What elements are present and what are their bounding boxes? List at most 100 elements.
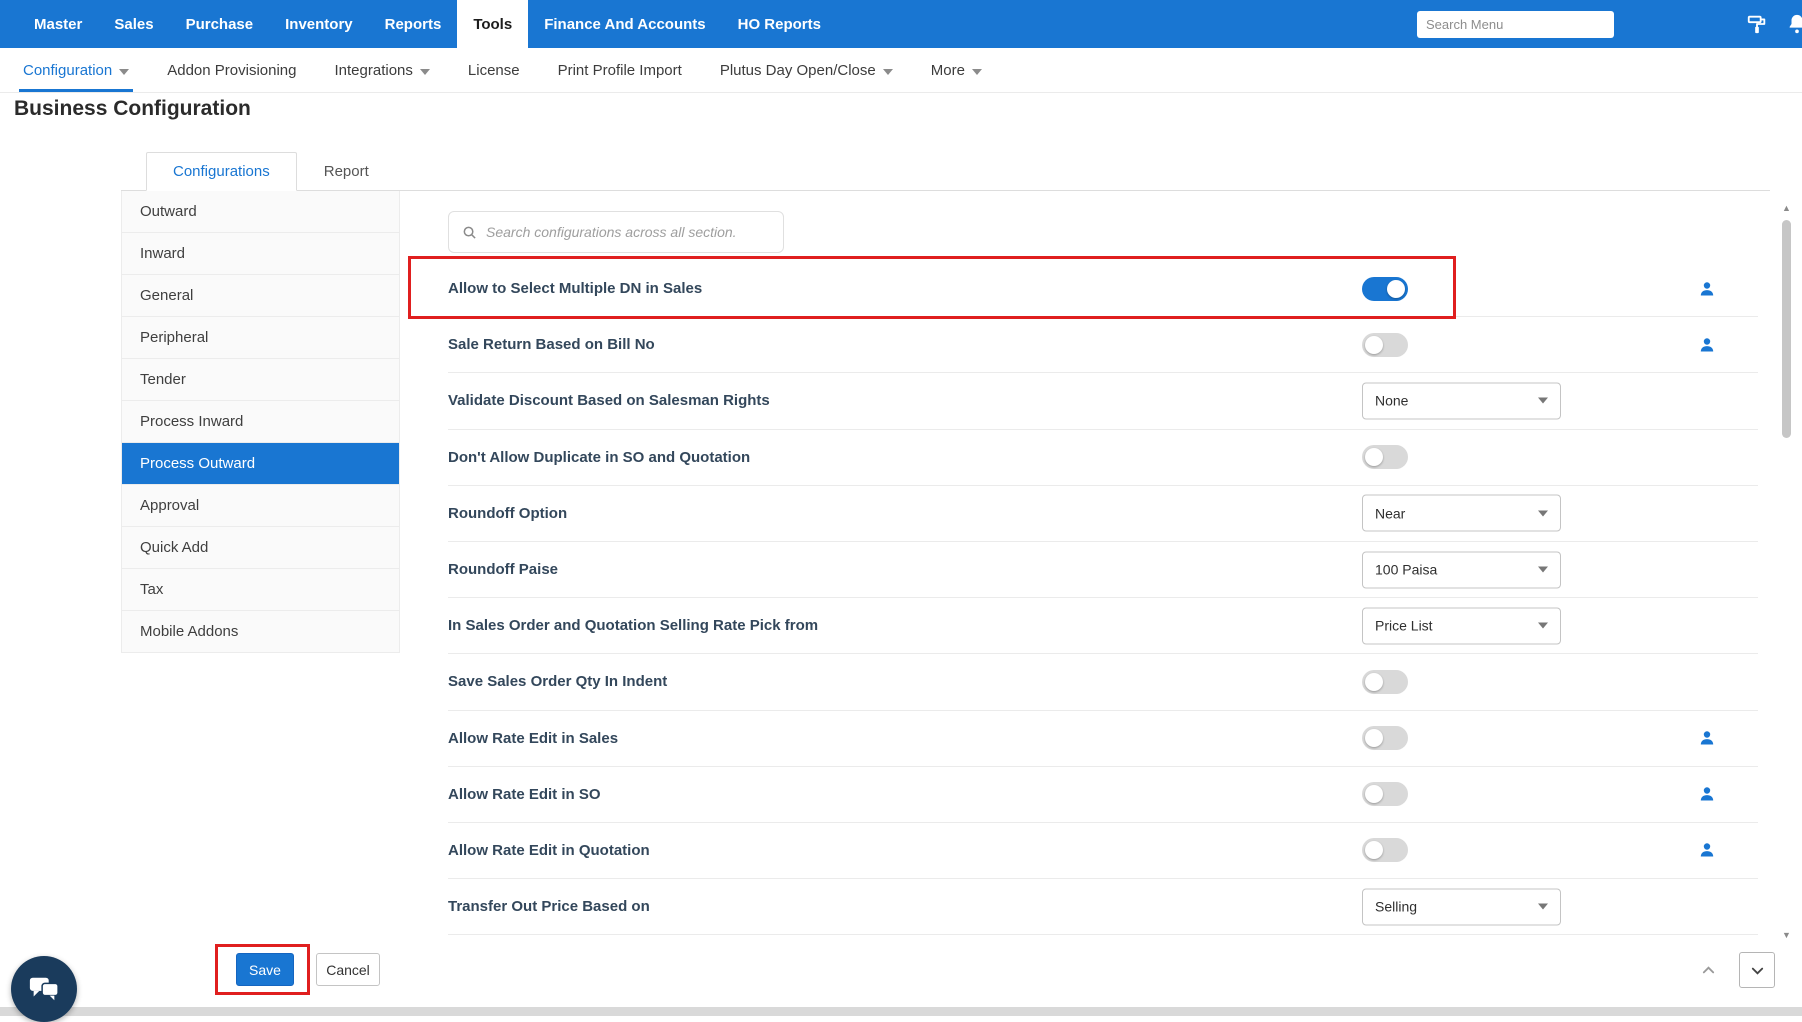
toggle-switch-on[interactable] (1362, 277, 1408, 301)
topnav-item-inventory[interactable]: Inventory (269, 0, 369, 48)
toggle-switch-off[interactable] (1362, 333, 1408, 357)
toggle-switch-off[interactable] (1362, 782, 1408, 806)
topnav-item-sales[interactable]: Sales (98, 0, 169, 48)
sidebar-item-label: Tax (140, 581, 163, 598)
subnav-item-license[interactable]: License (468, 48, 520, 92)
search-icon (462, 225, 477, 240)
sidebar-item-process-inward[interactable]: Process Inward (122, 401, 399, 443)
topnav-item-tools[interactable]: Tools (457, 0, 528, 48)
subnav-item-label: More (931, 62, 965, 79)
sidebar-item-peripheral[interactable]: Peripheral (122, 317, 399, 359)
setting-row-allow-rate-edit-in-quotation: Allow Rate Edit in Quotation (448, 823, 1758, 879)
subnav-item-print-profile-import[interactable]: Print Profile Import (558, 48, 682, 92)
sidebar-item-approval[interactable]: Approval (122, 485, 399, 527)
subnav-item-more[interactable]: More (931, 48, 982, 92)
page-title: Business Configuration (14, 97, 251, 121)
topnav-items: Master Sales Purchase Inventory Reports … (18, 0, 837, 48)
chevron-down-button[interactable] (1739, 952, 1775, 988)
subnav-item-configuration[interactable]: Configuration (23, 48, 129, 92)
setting-label: Sale Return Based on Bill No (448, 336, 655, 353)
user-permission-icon[interactable] (1700, 337, 1714, 352)
dropdown-selected-value: Selling (1375, 899, 1417, 915)
tab-report[interactable]: Report (297, 152, 396, 191)
topnav-item-finance-and-accounts[interactable]: Finance And Accounts (528, 0, 721, 48)
user-permission-icon[interactable] (1700, 843, 1714, 858)
menu-search-input[interactable] (1417, 11, 1614, 38)
sidebar-item-label: Tender (140, 371, 186, 388)
setting-control-slot (1362, 445, 1408, 469)
bell-icon[interactable] (1786, 13, 1802, 40)
scroll-down-arrow[interactable]: ▼ (1779, 927, 1794, 942)
setting-label: Allow Rate Edit in Sales (448, 730, 618, 747)
scrollbar-thumb[interactable] (1782, 220, 1791, 438)
chevron-down-icon (1538, 567, 1548, 573)
chevron-down-icon (119, 62, 129, 79)
topnav-item-label: Sales (114, 16, 153, 33)
sidebar-item-label: Outward (140, 203, 197, 220)
sidebar-item-label: Process Outward (140, 455, 255, 472)
toggle-switch-off[interactable] (1362, 670, 1408, 694)
sidebar-item-tax[interactable]: Tax (122, 569, 399, 611)
toggle-knob (1365, 841, 1383, 859)
chevron-up-button[interactable] (1690, 952, 1726, 988)
sidebar-item-tender[interactable]: Tender (122, 359, 399, 401)
chat-bubbles-icon (28, 974, 60, 1004)
tools-sub-navigation: Configuration Addon Provisioning Integra… (0, 48, 1802, 93)
sidebar-item-general[interactable]: General (122, 275, 399, 317)
sidebar-item-quick-add[interactable]: Quick Add (122, 527, 399, 569)
sidebar-item-mobile-addons[interactable]: Mobile Addons (122, 611, 399, 653)
sidebar-item-outward[interactable]: Outward (122, 191, 399, 233)
topnav-item-master[interactable]: Master (18, 0, 98, 48)
sidebar-item-label: Approval (140, 497, 199, 514)
top-navigation-bar: Master Sales Purchase Inventory Reports … (0, 0, 1802, 48)
toggle-knob (1365, 336, 1383, 354)
save-button[interactable]: Save (236, 953, 294, 986)
chevron-down-icon (1538, 398, 1548, 404)
setting-control-slot (1362, 726, 1408, 750)
topnav-item-ho-reports[interactable]: HO Reports (722, 0, 837, 48)
toggle-knob (1365, 729, 1383, 747)
subnav-item-plutus-day-open-close[interactable]: Plutus Day Open/Close (720, 48, 893, 92)
topnav-item-reports[interactable]: Reports (369, 0, 458, 48)
configuration-search-input[interactable] (486, 224, 770, 240)
scroll-up-arrow[interactable]: ▲ (1779, 200, 1794, 215)
sidebar-item-label: General (140, 287, 193, 304)
subnav-item-label: Integrations (335, 62, 413, 79)
user-permission-icon[interactable] (1700, 281, 1714, 296)
setting-label: Allow to Select Multiple DN in Sales (448, 280, 702, 297)
sidebar-item-inward[interactable]: Inward (122, 233, 399, 275)
topnav-item-label: Inventory (285, 16, 353, 33)
dropdown-validate-discount-based-on-salesman-rights[interactable]: None (1362, 382, 1561, 419)
setting-label: Allow Rate Edit in SO (448, 786, 601, 803)
chat-widget-button[interactable] (11, 956, 77, 1022)
dropdown-in-sales-order-and-quotation-selling-rate-pick-from[interactable]: Price List (1362, 607, 1561, 644)
setting-row-save-sales-order-qty-in-indent: Save Sales Order Qty In Indent (448, 654, 1758, 710)
user-permission-icon[interactable] (1700, 787, 1714, 802)
setting-row-allow-to-select-multiple-dn-in-sales: Allow to Select Multiple DN in Sales (448, 261, 1758, 317)
setting-row-sale-return-based-on-bill-no: Sale Return Based on Bill No (448, 317, 1758, 373)
sidebar-item-process-outward[interactable]: Process Outward (122, 443, 399, 485)
dropdown-roundoff-paise[interactable]: 100 Paisa (1362, 551, 1561, 588)
topnav-item-purchase[interactable]: Purchase (170, 0, 270, 48)
dropdown-transfer-out-price-based-on[interactable]: Selling (1362, 888, 1561, 925)
subnav-item-integrations[interactable]: Integrations (335, 48, 430, 92)
settings-list: Allow to Select Multiple DN in Sales Sal… (448, 261, 1758, 935)
toggle-switch-off[interactable] (1362, 838, 1408, 862)
user-permission-icon[interactable] (1700, 731, 1714, 746)
setting-control-slot: 100 Paisa (1362, 551, 1561, 588)
toggle-switch-off[interactable] (1362, 445, 1408, 469)
setting-label: Allow Rate Edit in Quotation (448, 842, 650, 859)
dropdown-selected-value: Price List (1375, 618, 1433, 634)
chevron-down-icon (1538, 623, 1548, 629)
setting-row-transfer-out-price-based-on: Transfer Out Price Based on Selling (448, 879, 1758, 935)
cancel-button[interactable]: Cancel (316, 953, 380, 986)
paint-roller-icon[interactable] (1746, 13, 1768, 40)
setting-label: Roundoff Option (448, 505, 567, 522)
tab-configurations[interactable]: Configurations (146, 152, 297, 191)
dropdown-roundoff-option[interactable]: Near (1362, 495, 1561, 532)
subnav-item-addon-provisioning[interactable]: Addon Provisioning (167, 48, 296, 92)
subnav-item-label: Print Profile Import (558, 62, 682, 79)
subnav-item-label: Configuration (23, 62, 112, 79)
setting-control-slot (1362, 782, 1408, 806)
toggle-switch-off[interactable] (1362, 726, 1408, 750)
